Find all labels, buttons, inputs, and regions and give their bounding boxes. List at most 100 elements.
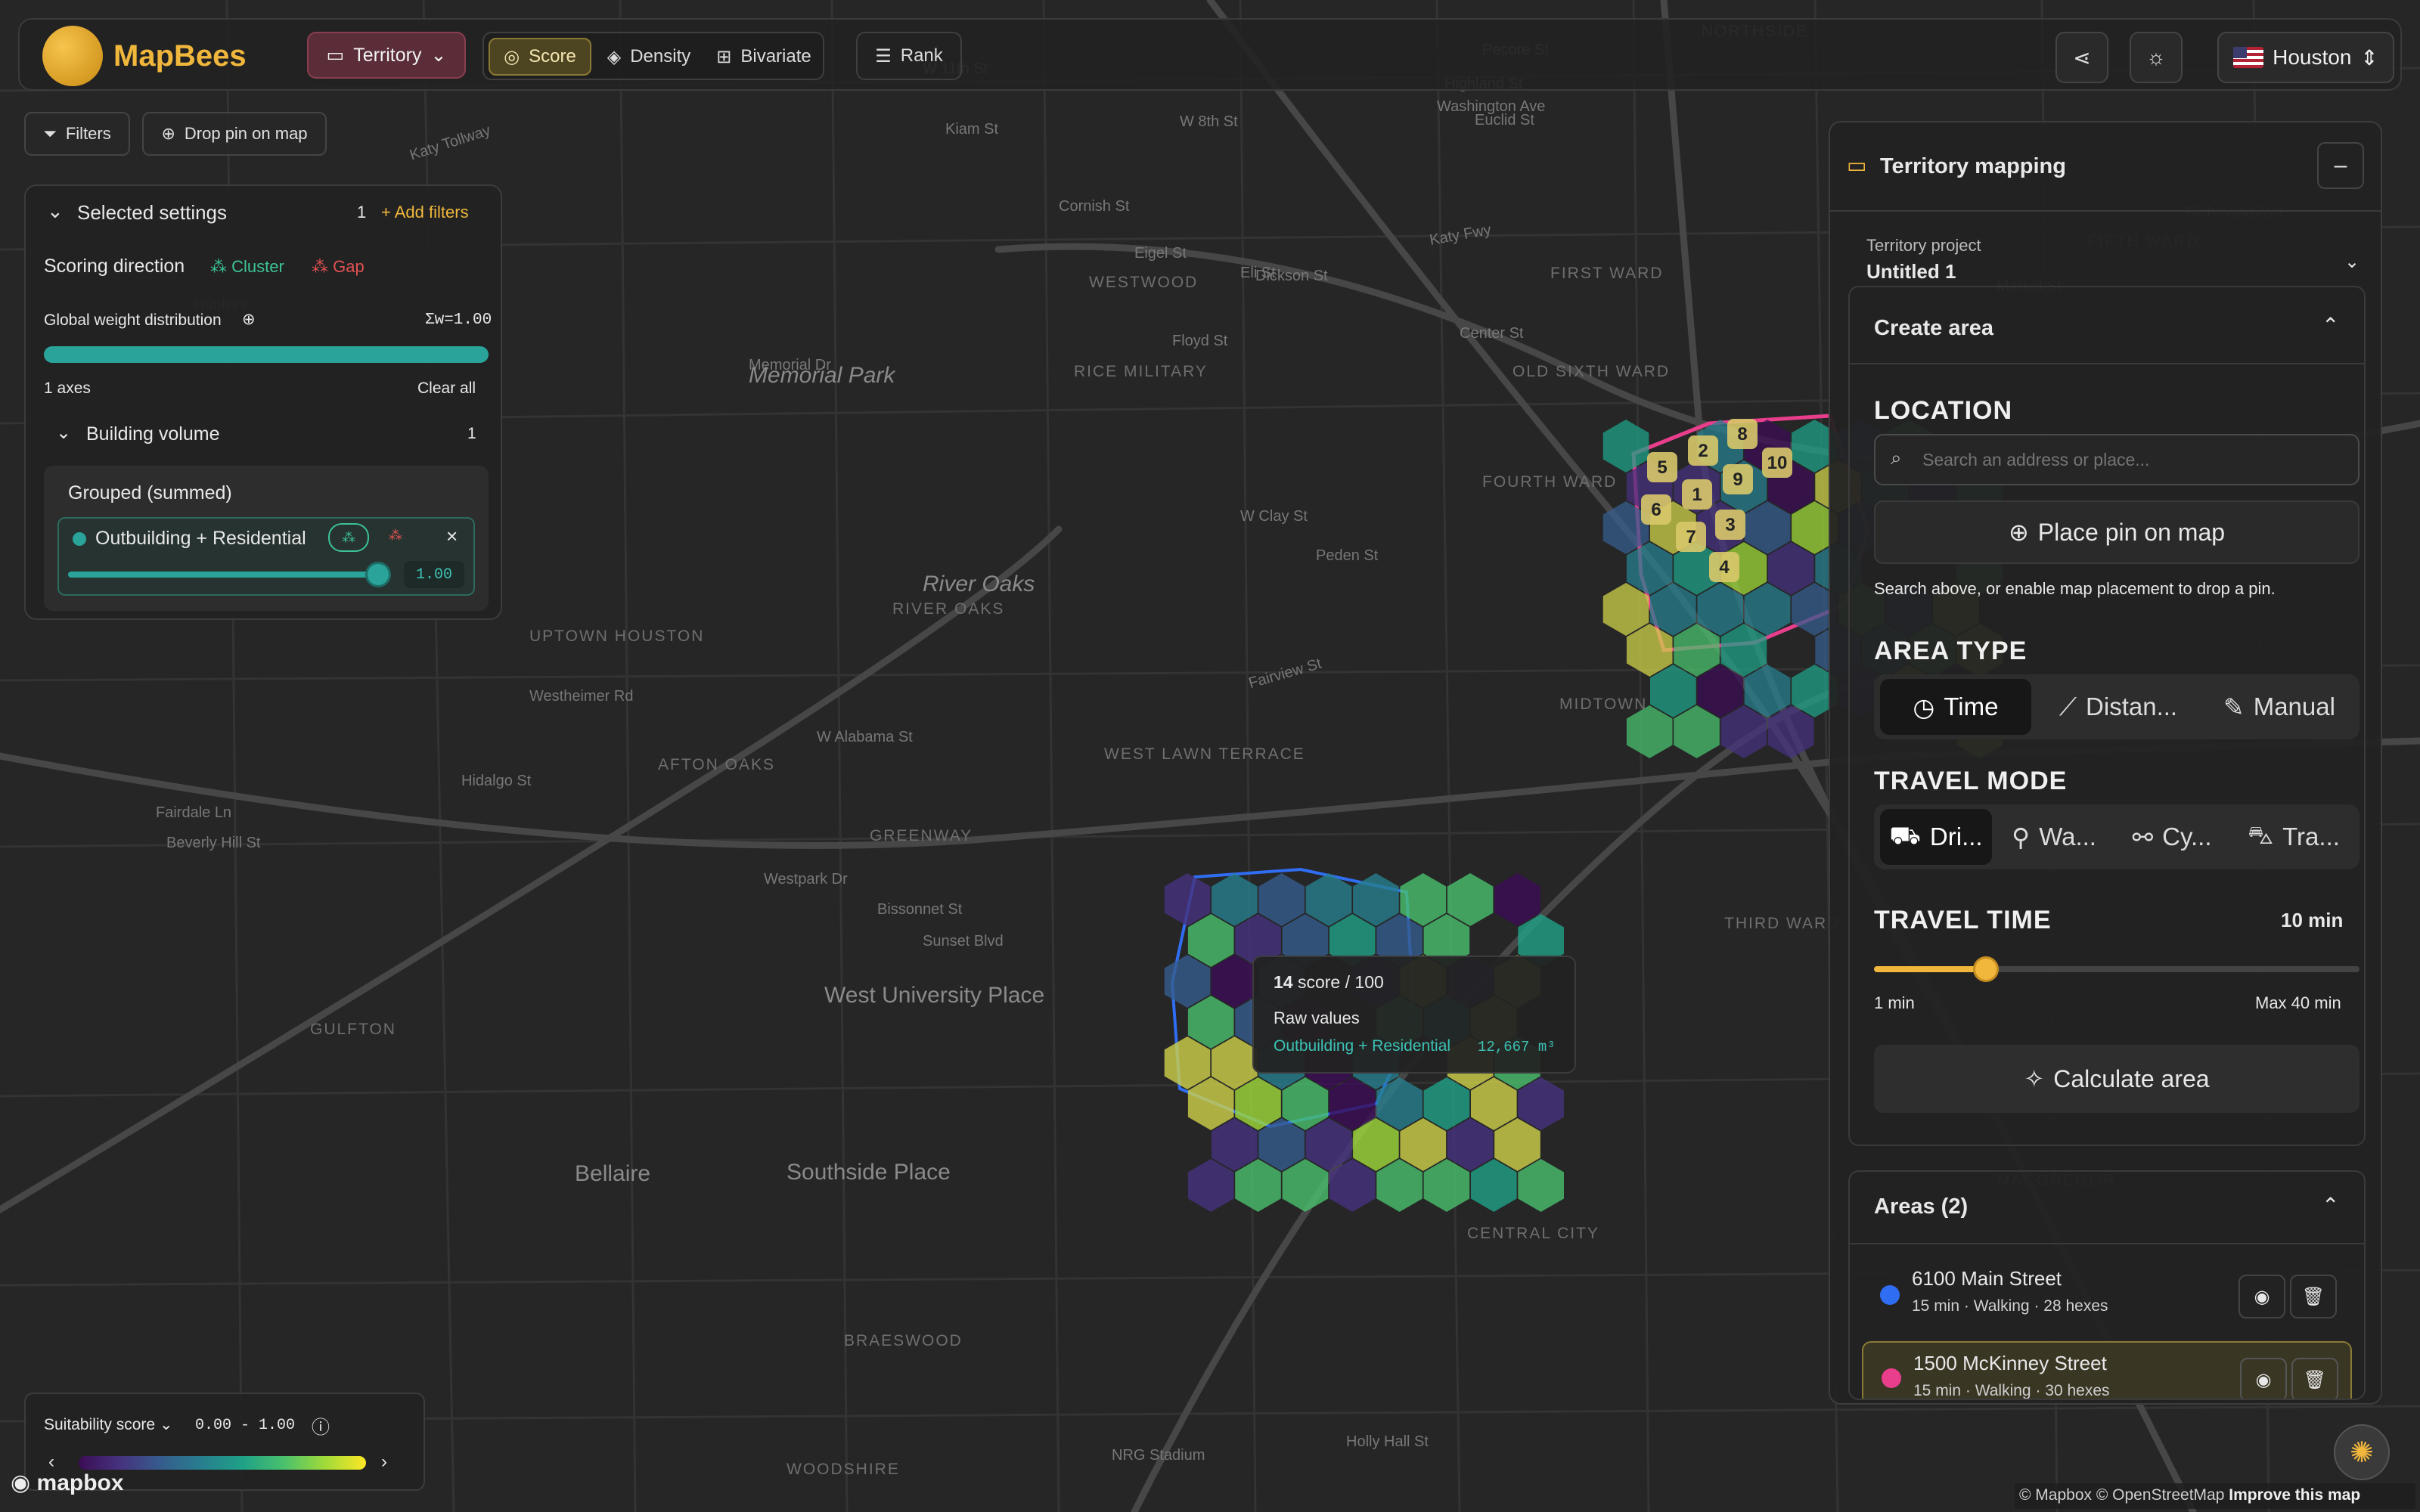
clear-all-button[interactable]: Clear all <box>417 380 476 398</box>
us-flag-icon <box>2233 47 2264 68</box>
place-pin-label: Place pin on map <box>2037 518 2226 546</box>
legend-next-icon[interactable]: › <box>381 1452 387 1473</box>
area-item[interactable]: 6100 Main Street 15 min · Walking · 28 h… <box>1862 1255 2352 1334</box>
hex-cell <box>1258 873 1305 926</box>
logo[interactable]: MapBees <box>42 26 247 86</box>
project-name[interactable]: Untitled 1 <box>1866 260 1956 284</box>
bee-assistant-icon[interactable]: ✺ <box>2334 1424 2390 1480</box>
sum-weight-label: Σw=1.00 <box>425 311 492 329</box>
group-title: Building volume <box>86 423 220 445</box>
trash-icon[interactable]: 🗑 <box>2290 1275 2337 1318</box>
area-type-distance[interactable]: ⟋ Distan... <box>2039 679 2198 735</box>
hex-cell <box>1744 501 1791 554</box>
item-weight-value[interactable]: 1.00 <box>404 561 464 588</box>
travel-mode-driving[interactable]: ⛟ Dri... <box>1880 809 1992 865</box>
item-weight-slider[interactable] <box>68 562 391 587</box>
hex-cell <box>1602 583 1649 636</box>
zoom-icon[interactable]: ⊕ <box>242 310 256 329</box>
travel-time-title: TRAVEL TIME <box>1874 906 2052 934</box>
area-meta: 15 min · Walking · 30 hexes <box>1913 1382 2110 1399</box>
trash-icon[interactable]: 🗑 <box>2291 1358 2338 1399</box>
area-type-manual[interactable]: ✎ Manual <box>2205 679 2353 735</box>
share-button[interactable]: ⋖ <box>2055 32 2108 83</box>
legend-label[interactable]: Suitability score ⌄ <box>44 1415 173 1434</box>
hex-cell <box>1767 542 1814 595</box>
travel-mode-walking[interactable]: ⚲ Wa... <box>1998 809 2110 865</box>
drop-pin-button[interactable]: ⊕ Drop pin on map <box>142 112 327 156</box>
item-cluster-toggle[interactable]: ⁂ <box>328 523 369 552</box>
hex-cell <box>1447 873 1494 926</box>
areas-chevron-up-icon[interactable]: ⌃ <box>2322 1193 2339 1218</box>
mapbox-logo[interactable]: ◉ mapbox <box>11 1470 124 1496</box>
map-label: Beverly Hill St <box>166 835 261 851</box>
drop-pin-label: Drop pin on map <box>184 124 308 143</box>
place-pin-button[interactable]: ⊕ Place pin on map <box>1874 500 2360 564</box>
location-search-field[interactable]: ⌕ <box>1874 434 2360 485</box>
theme-toggle-button[interactable]: ☼ <box>2130 32 2183 83</box>
item-gap-toggle[interactable]: ⁂ <box>389 528 402 544</box>
map-label: BRAESWOOD <box>844 1332 963 1349</box>
area-type-time[interactable]: ◷ Time <box>1880 679 2031 735</box>
rank-badge-number: 10 <box>1767 453 1788 473</box>
location-search-input[interactable] <box>1922 445 2346 475</box>
travel-time-knob[interactable] <box>1972 956 1999 982</box>
mode-density-label: Density <box>630 46 691 67</box>
territory-button[interactable]: ▭ Territory ⌄ <box>307 32 466 79</box>
help-icon[interactable]: ⓘ <box>312 1412 330 1439</box>
map-label: Bellaire <box>575 1161 651 1186</box>
mode-score-button[interactable]: ◎ Score <box>489 38 591 76</box>
top-bar: MapBees ▭ Territory ⌄ ◎ Score ◈ Density ⊞ B… <box>18 18 2402 91</box>
hex-cell <box>1423 1077 1470 1130</box>
hex-cell <box>1187 1159 1234 1212</box>
share-icon: ⋖ <box>2073 45 2091 70</box>
minimize-button[interactable]: – <box>2317 142 2364 189</box>
hex-cell <box>1329 1077 1376 1130</box>
map-label: CENTRAL CITY <box>1467 1225 1599 1242</box>
group-chevron-icon[interactable]: ⌄ <box>56 422 71 444</box>
create-area-chevron-up-icon[interactable]: ⌃ <box>2322 313 2339 338</box>
travel-time-fill <box>1874 966 1986 972</box>
app-name: MapBees <box>113 39 247 73</box>
mode-density-button[interactable]: ◈ Density <box>596 38 702 76</box>
improve-map-link[interactable]: Improve this map <box>2229 1486 2360 1504</box>
travel-time-slider[interactable] <box>1874 956 2360 982</box>
filters-label: Filters <box>65 124 111 143</box>
calculate-area-button[interactable]: ✧ Calculate area <box>1874 1045 2360 1113</box>
collapse-chevron-icon[interactable]: ⌄ <box>47 200 64 223</box>
project-chevron-icon[interactable]: ⌄ <box>2344 251 2360 273</box>
hex-cell <box>1305 1118 1352 1171</box>
cluster-label: Cluster <box>231 257 284 276</box>
filter-icon: ⏷ <box>43 124 57 143</box>
city-select[interactable]: Houston ⇕ <box>2217 32 2394 83</box>
territory-panel-title: Territory mapping <box>1880 154 2066 178</box>
item-weight-fill <box>68 572 378 578</box>
eye-icon[interactable]: ◉ <box>2240 1358 2287 1399</box>
view-mode-group: ◎ Score ◈ Density ⊞ Bivariate <box>482 32 824 80</box>
filters-button[interactable]: ⏷ Filters <box>24 112 130 156</box>
mode-bivariate-button[interactable]: ⊞ Bivariate <box>705 38 823 76</box>
hex-cell <box>1282 1159 1329 1212</box>
selected-settings-panel: ⌄ Selected settings 1 + Add filters Scor… <box>24 184 502 620</box>
eye-icon[interactable]: ◉ <box>2238 1275 2285 1318</box>
ruler-icon: ⟋ <box>2059 692 2077 720</box>
settings-count: 1 <box>357 203 367 222</box>
gap-option[interactable]: ⁂ Gap <box>312 257 365 277</box>
gap-label: Gap <box>333 257 365 276</box>
hex-cell <box>1212 873 1258 926</box>
area-item[interactable]: 1500 McKinney Street 15 min · Walking · … <box>1862 1341 2352 1399</box>
hex-cell <box>1164 955 1211 1008</box>
map-label: FOURTH WARD <box>1482 473 1618 491</box>
create-area-title: Create area <box>1874 316 1993 340</box>
add-filters-link[interactable]: + Add filters <box>381 203 469 222</box>
item-weight-knob[interactable] <box>365 562 391 587</box>
travel-mode-walking-label: Wa... <box>2039 823 2096 850</box>
cluster-option[interactable]: ⁂ Cluster <box>210 257 284 277</box>
travel-mode-transit[interactable]: ⛍ Tra... <box>2234 809 2353 865</box>
attribution-copyright[interactable]: © Mapbox © OpenStreetMap <box>2019 1486 2224 1504</box>
travel-mode-cycling[interactable]: ⚯ Cy... <box>2116 809 2228 865</box>
global-weight-bar <box>44 346 489 363</box>
map-label: Southside Place <box>786 1160 951 1185</box>
rank-button[interactable]: ☰ Rank <box>856 32 962 80</box>
remove-item-icon[interactable]: × <box>446 525 458 548</box>
map-label: UPTOWN HOUSTON <box>529 627 705 645</box>
